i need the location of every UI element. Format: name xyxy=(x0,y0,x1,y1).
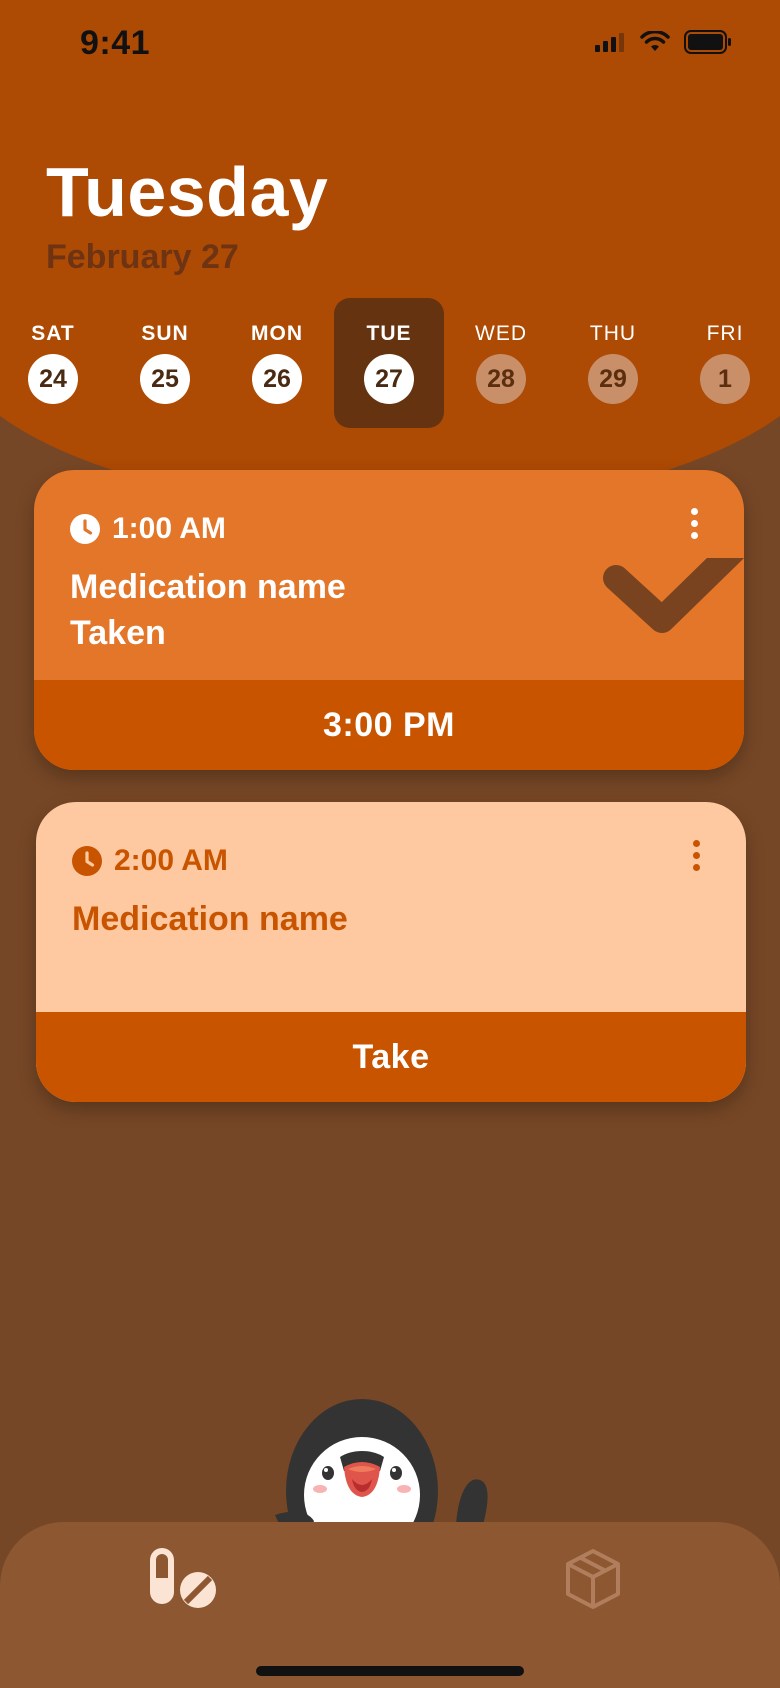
day-selector: SAT 24 SUN 25 MON 26 TUE 27 WED 28 THU 2… xyxy=(0,298,780,432)
day-tue[interactable]: TUE 27 xyxy=(334,298,444,428)
day-label: SAT xyxy=(31,322,75,345)
checkmark-icon xyxy=(603,558,744,633)
card-time: 1:00 AM xyxy=(112,512,226,545)
wifi-icon xyxy=(640,31,670,51)
day-label: TUE xyxy=(366,322,412,345)
home-indicator xyxy=(256,1666,524,1676)
tab-bar xyxy=(0,1522,780,1688)
day-number: 1 xyxy=(700,354,750,404)
day-sun[interactable]: SUN 25 xyxy=(110,298,220,428)
day-thu[interactable]: THU 29 xyxy=(558,298,668,428)
pill-icon[interactable] xyxy=(148,1546,220,1610)
medication-screen: 9:41 Tuesday February 27 SAT 24 SUN 25 M… xyxy=(0,0,780,1688)
day-number: 27 xyxy=(364,354,414,404)
day-label: THU xyxy=(589,322,637,345)
status-time: 9:41 xyxy=(80,24,151,62)
card-time-row: 2:00 AM xyxy=(72,844,228,878)
day-fri[interactable]: FRI 1 xyxy=(670,298,780,428)
card-time: 2:00 AM xyxy=(114,844,228,877)
day-label: SUN xyxy=(141,322,189,345)
box-icon[interactable] xyxy=(564,1548,622,1610)
day-label: FRI xyxy=(706,322,744,345)
clock-icon xyxy=(70,514,100,544)
day-label: WED xyxy=(475,322,527,345)
take-button[interactable]: Take xyxy=(36,1012,746,1102)
day-mon[interactable]: MON 26 xyxy=(222,298,332,428)
card-status: Taken xyxy=(70,614,166,652)
day-number: 26 xyxy=(252,354,302,404)
page-title: Tuesday xyxy=(46,153,329,231)
day-number: 28 xyxy=(476,354,526,404)
more-options-icon[interactable] xyxy=(684,508,704,548)
day-number: 25 xyxy=(140,354,190,404)
day-wed[interactable]: WED 28 xyxy=(446,298,556,428)
day-sat[interactable]: SAT 24 xyxy=(0,298,108,428)
card-taken-time-button[interactable]: 3:00 PM xyxy=(34,680,744,770)
card-medication-name: Medication name xyxy=(70,568,346,606)
signal-icon xyxy=(595,33,624,52)
battery-icon xyxy=(684,30,731,54)
card-time-row: 1:00 AM xyxy=(70,512,226,546)
day-number: 24 xyxy=(28,354,78,404)
status-bar: 9:41 xyxy=(0,0,780,92)
medication-card-taken[interactable]: 1:00 AM Medication name Taken 3:00 PM xyxy=(34,470,744,770)
day-number: 29 xyxy=(588,354,638,404)
day-label: MON xyxy=(251,322,303,345)
status-icons xyxy=(594,30,732,54)
medication-card-pending[interactable]: 2:00 AM Medication name Take xyxy=(36,802,746,1102)
more-options-icon[interactable] xyxy=(686,840,706,880)
card-medication-name: Medication name xyxy=(72,900,348,938)
page-date: February 27 xyxy=(46,238,239,276)
clock-icon xyxy=(72,846,102,876)
